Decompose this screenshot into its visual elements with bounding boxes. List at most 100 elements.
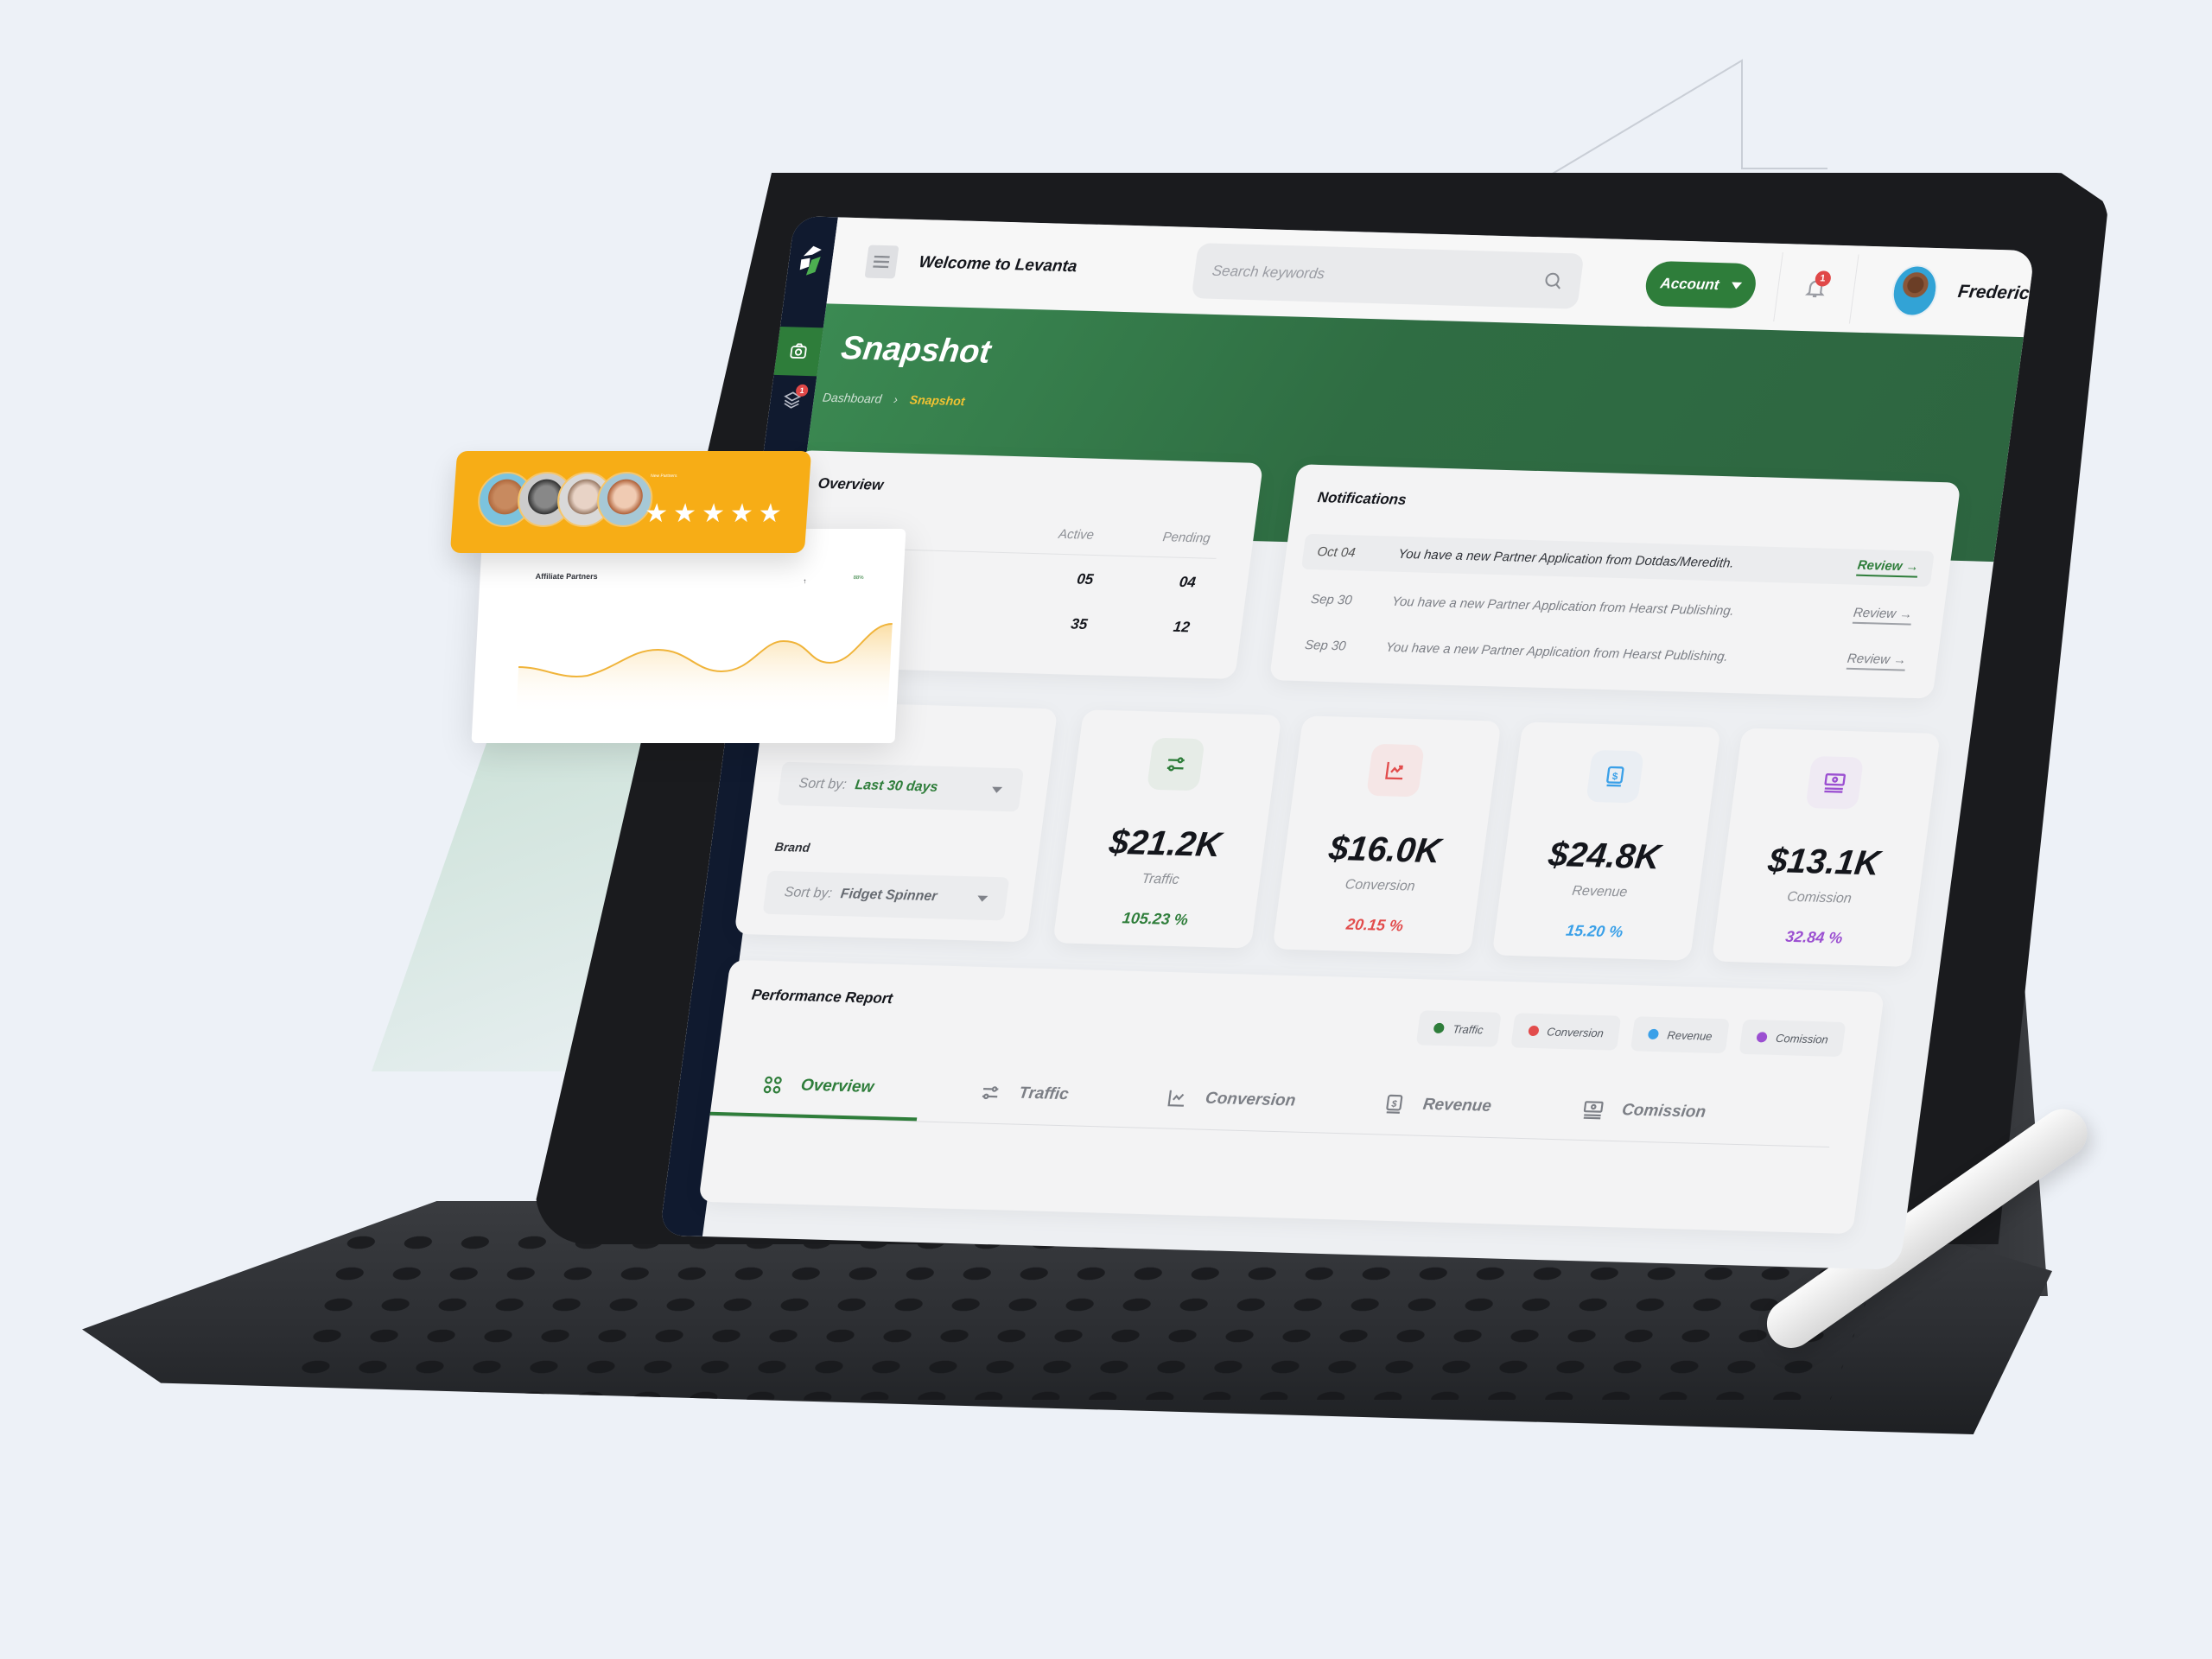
legend-conversion[interactable]: Conversion xyxy=(1510,1013,1622,1051)
legend-revenue[interactable]: Revenue xyxy=(1630,1016,1731,1054)
svg-text:$: $ xyxy=(1390,1099,1399,1109)
notifications-button[interactable]: 1 xyxy=(1799,270,1834,306)
notification-message: You have a new Partner Application from … xyxy=(1397,546,1735,571)
stat-card-conversion[interactable]: $16.0K Conversion 20.15 % xyxy=(1272,715,1502,955)
chevron-right-icon: › xyxy=(893,391,899,407)
stat-change: 105.23 % xyxy=(1121,909,1190,929)
area-fill xyxy=(516,624,893,715)
sort-value: Last 30 days xyxy=(854,778,939,795)
tab-overview[interactable]: Overview xyxy=(709,1054,925,1122)
arrow-right-icon: → xyxy=(1904,559,1920,575)
arrow-right-icon: → xyxy=(1892,652,1908,668)
affiliate-partners-widget: Affiliate Partners ↑ 88% xyxy=(471,529,906,743)
performance-report-card: Performance Report Traffic Conversion Re… xyxy=(698,959,1885,1235)
notifications-card: Notifications Oct 04 You have a new Part… xyxy=(1268,464,1961,699)
notification-message: You have a new Partner Application from … xyxy=(1390,594,1735,619)
column-header-pending: Pending xyxy=(1161,530,1211,546)
overview-title: Overview xyxy=(817,474,885,493)
trend-chart-icon xyxy=(1385,761,1403,780)
breadcrumb-current: Snapshot xyxy=(908,392,966,409)
stat-label: Comission xyxy=(1786,889,1853,906)
levanta-logo-icon xyxy=(799,245,822,276)
brand-select[interactable]: Sort by: Fidget Spinner xyxy=(762,870,1010,921)
breadcrumb: Dashboard › Snapshot xyxy=(822,391,966,409)
notification-item: Sep 30 You have a new Partner Applicatio… xyxy=(1290,636,1921,671)
tab-revenue[interactable]: $ Revenue xyxy=(1330,1072,1545,1139)
review-link[interactable]: Review → xyxy=(1852,605,1914,626)
legend-traffic[interactable]: Traffic xyxy=(1416,1010,1502,1047)
notification-count-badge: 1 xyxy=(1814,270,1832,287)
dollar-book-icon: $ xyxy=(1386,1094,1403,1114)
search-box xyxy=(1191,243,1585,309)
cash-icon xyxy=(1584,1101,1605,1120)
account-dropdown-button[interactable]: Account xyxy=(1643,260,1759,309)
search-icon[interactable] xyxy=(1541,270,1565,291)
stat-value: $24.8K xyxy=(1546,835,1663,877)
star-icon: ★ xyxy=(700,499,726,528)
chevron-down-icon xyxy=(1730,282,1742,289)
sort-label: Sort by: xyxy=(798,776,848,792)
star-icon: ★ xyxy=(757,499,783,528)
tab-comission[interactable]: Comission xyxy=(1536,1078,1751,1145)
review-link[interactable]: Review → xyxy=(1846,651,1908,671)
stat-change: 20.15 % xyxy=(1344,915,1405,935)
sidebar-item-layers[interactable]: 1 xyxy=(767,375,817,424)
notification-message: You have a new Partner Application from … xyxy=(1384,639,1729,664)
stat-value: $21.2K xyxy=(1107,823,1224,865)
divider xyxy=(1848,254,1859,324)
tab-traffic[interactable]: Traffic xyxy=(917,1060,1132,1127)
stat-value: $13.1K xyxy=(1765,841,1883,883)
stat-change: 15.20 % xyxy=(1565,921,1624,941)
rating-label: New Partners xyxy=(650,474,677,479)
chevron-down-icon xyxy=(976,895,988,902)
column-header-active: Active xyxy=(1058,526,1096,543)
stat-change: 32.84 % xyxy=(1784,927,1844,947)
legend-dot xyxy=(1647,1028,1660,1040)
active-value: 35 xyxy=(1070,615,1089,633)
user-avatar[interactable] xyxy=(1888,264,1942,318)
date-range-select[interactable]: Sort by: Last 30 days xyxy=(777,761,1025,812)
search-input[interactable] xyxy=(1211,262,1545,289)
legend-dot xyxy=(1756,1032,1769,1043)
pending-value: 04 xyxy=(1178,573,1198,591)
user-name[interactable]: Frederic xyxy=(1956,282,2031,304)
affiliate-area-chart xyxy=(516,623,893,715)
notification-date: Oct 04 xyxy=(1316,544,1357,561)
star-icon: ★ xyxy=(671,499,698,528)
performance-tabs: Overview Traffic Conversion $ Revenue Co… xyxy=(709,1054,1838,1148)
legend-comission[interactable]: Comission xyxy=(1738,1019,1847,1058)
star-icon: ★ xyxy=(643,499,670,528)
breadcrumb-dashboard[interactable]: Dashboard xyxy=(822,391,882,406)
sort-label: Sort by: xyxy=(783,885,833,901)
menu-toggle-button[interactable] xyxy=(864,245,899,279)
notification-item: Sep 30 You have a new Partner Applicatio… xyxy=(1296,590,1927,626)
star-icon: ★ xyxy=(728,499,754,528)
stat-card-comission[interactable]: $13.1K Comission 32.84 % xyxy=(1711,728,1941,967)
camera-icon xyxy=(790,343,807,359)
legend-dot xyxy=(1527,1025,1540,1037)
stat-card-traffic[interactable]: $21.2K Traffic 105.23 % xyxy=(1052,709,1282,949)
account-label: Account xyxy=(1659,275,1720,294)
divider xyxy=(1773,252,1783,322)
review-link[interactable]: Review → xyxy=(1856,557,1920,578)
brand-label: Brand xyxy=(773,839,811,855)
layers-badge: 1 xyxy=(795,384,810,397)
grid-circles-icon xyxy=(763,1076,782,1094)
dollar-book-icon: $ xyxy=(1606,766,1624,787)
cash-icon xyxy=(1824,773,1846,793)
chevron-down-icon xyxy=(991,786,1003,793)
star-rating: ★ ★ ★ ★ ★ xyxy=(644,499,783,529)
sort-value: Fidget Spinner xyxy=(839,887,938,905)
new-partners-rating-widget: New Partners ★ ★ ★ ★ ★ xyxy=(449,451,812,553)
svg-text:$: $ xyxy=(1611,771,1619,782)
tab-conversion[interactable]: Conversion xyxy=(1123,1066,1338,1133)
pending-value: 12 xyxy=(1172,618,1192,636)
trend-chart-icon xyxy=(1167,1090,1184,1107)
stat-label: Conversion xyxy=(1344,877,1416,894)
partner-avatars xyxy=(475,472,655,527)
stat-label: Revenue xyxy=(1571,883,1629,900)
stat-card-revenue[interactable]: $ $24.8K Revenue 15.20 % xyxy=(1491,721,1721,961)
stat-label: Traffic xyxy=(1141,871,1180,887)
sidebar-item-snapshot[interactable] xyxy=(773,326,823,377)
legend-dot xyxy=(1433,1022,1446,1034)
